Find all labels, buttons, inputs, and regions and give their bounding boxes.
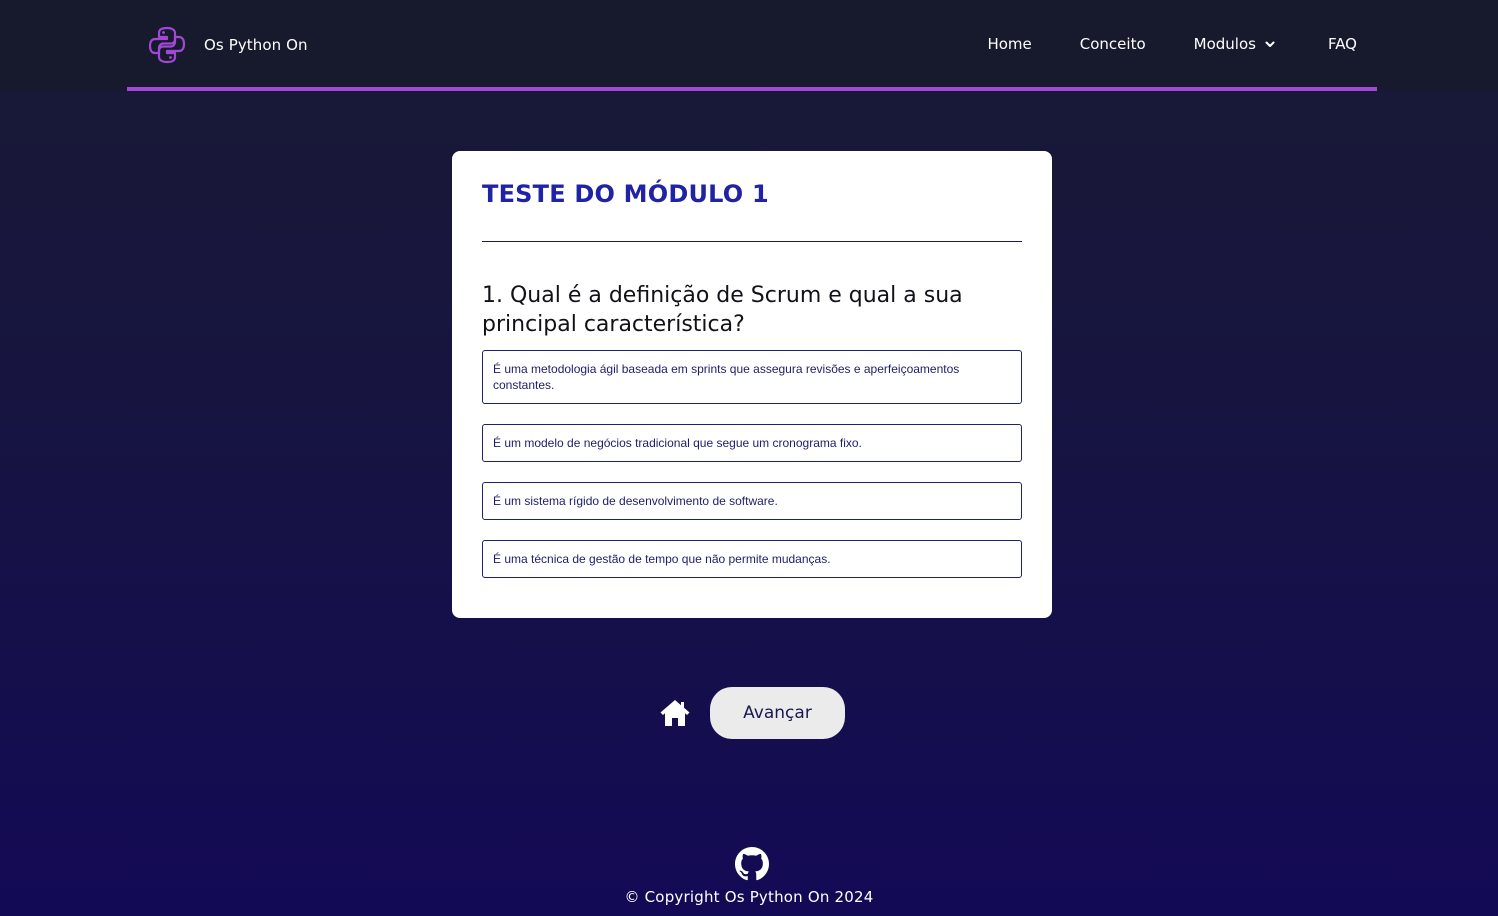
answer-option-1-label: É uma metodologia ágil baseada em sprint…: [493, 362, 960, 392]
answer-option-3-label: É um sistema rígido de desenvolvimento d…: [493, 494, 778, 508]
answer-option-4[interactable]: É uma técnica de gestão de tempo que não…: [482, 540, 1022, 578]
nav-home-label: Home: [987, 34, 1032, 53]
brand-link[interactable]: Os Python On: [147, 25, 308, 65]
quiz-card: TESTE DO MÓDULO 1 1. Qual é a definição …: [452, 151, 1052, 618]
next-button[interactable]: Avançar: [710, 687, 845, 739]
main-nav: Home Conceito Modulos FAQ: [939, 0, 1357, 87]
nav-modulos-label: Modulos: [1193, 34, 1256, 53]
python-logo-icon: [148, 26, 186, 64]
home-icon-graphic: [660, 700, 690, 726]
copyright-text: © Copyright Os Python On 2024: [624, 888, 874, 906]
nav-faq[interactable]: FAQ: [1328, 35, 1357, 53]
nav-faq-label: FAQ: [1327, 34, 1357, 53]
nav-conceito-label: Conceito: [1079, 34, 1146, 53]
answer-option-2-label: É um modelo de negócios tradicional que …: [493, 436, 862, 450]
nav-home[interactable]: Home: [987, 35, 1031, 53]
title-divider: [482, 241, 1022, 242]
navbar-inner: Os Python On Home Conceito Modulos FAQ: [127, 0, 1377, 91]
chevron-down-icon: [1265, 41, 1275, 47]
github-icon[interactable]: [735, 847, 769, 881]
answer-option-4-label: É uma técnica de gestão de tempo que não…: [493, 552, 831, 566]
nav-conceito[interactable]: Conceito: [1080, 35, 1146, 53]
nav-modulos-dropdown[interactable]: Modulos: [1194, 35, 1276, 53]
brand-name: Os Python On: [204, 36, 308, 54]
answer-option-3[interactable]: É um sistema rígido de desenvolvimento d…: [482, 482, 1022, 520]
navbar: Os Python On Home Conceito Modulos FAQ: [0, 0, 1498, 91]
answer-option-1[interactable]: É uma metodologia ágil baseada em sprint…: [482, 350, 1022, 404]
question-text: 1. Qual é a definição de Scrum e qual a …: [482, 283, 963, 337]
home-icon[interactable]: [659, 697, 691, 729]
github-icon-graphic: [735, 847, 769, 881]
answer-option-2[interactable]: É um modelo de negócios tradicional que …: [482, 424, 1022, 462]
quiz-title: TESTE DO MÓDULO 1: [482, 180, 769, 208]
